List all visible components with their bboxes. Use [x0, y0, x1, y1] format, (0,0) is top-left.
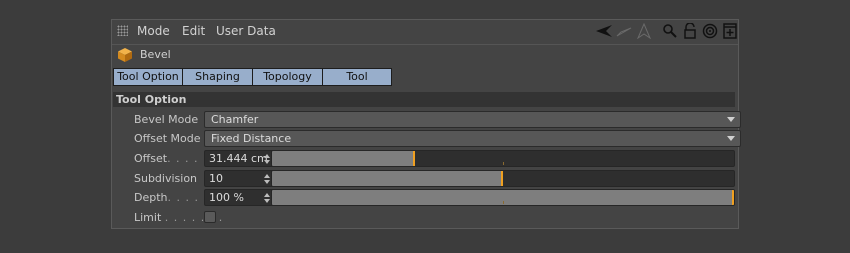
chevron-down-icon — [727, 117, 735, 122]
offset-mode-label: Offset Mode — [134, 132, 201, 145]
offset-slider[interactable] — [271, 150, 735, 167]
spinner-arrows-icon[interactable] — [264, 193, 270, 203]
arrow-left-icon[interactable] — [594, 23, 614, 39]
menu-mode[interactable]: Mode — [137, 24, 170, 38]
spinner-arrows-icon[interactable] — [264, 174, 270, 184]
offset-mode-value: Fixed Distance — [211, 132, 292, 145]
subdivision-label: Subdivision — [134, 172, 198, 185]
tab-bar: Tool Option Shaping Topology Tool — [113, 68, 392, 86]
cube-icon — [118, 48, 132, 62]
target-icon[interactable] — [702, 23, 718, 39]
offset-input[interactable]: 31.444 cm — [204, 150, 274, 167]
tab-topology[interactable]: Topology — [253, 68, 323, 86]
offset-value: 31.444 cm — [209, 152, 268, 165]
bevel-mode-dropdown[interactable]: Chamfer — [204, 111, 741, 128]
slider-midpoint-tick — [503, 162, 504, 165]
tab-tool-option[interactable]: Tool Option — [113, 68, 183, 86]
subdivision-input[interactable]: 10 — [204, 170, 274, 187]
depth-value: 100 % — [209, 191, 244, 204]
subdivision-value: 10 — [209, 172, 223, 185]
offset-row: Offset. . . . . 31.444 cm — [112, 150, 738, 167]
slider-midpoint-tick — [503, 201, 504, 204]
subdivision-slider[interactable] — [271, 170, 735, 187]
tab-tool[interactable]: Tool — [323, 68, 392, 86]
object-title: Bevel — [140, 48, 171, 61]
offset-slider-fill — [272, 151, 416, 166]
panel-grip-icon[interactable] — [117, 25, 128, 36]
offset-mode-dropdown[interactable]: Fixed Distance — [204, 130, 741, 147]
limit-checkbox[interactable] — [204, 211, 216, 223]
tab-shaping[interactable]: Shaping — [183, 68, 253, 86]
depth-slider-knob[interactable] — [732, 190, 734, 205]
section-header[interactable]: Tool Option — [113, 92, 735, 107]
limit-row: Limit . . . . . . . — [112, 209, 738, 226]
depth-row: Depth. . . . . . 100 % — [112, 189, 738, 206]
chevron-down-icon — [727, 136, 735, 141]
menu-bar: Mode Edit User Data — [112, 20, 738, 45]
menu-user-data[interactable]: User Data — [216, 24, 276, 38]
attribute-manager-panel: Mode Edit User Data Bevel Tool Option Sh… — [111, 19, 741, 229]
depth-input[interactable]: 100 % — [204, 189, 274, 206]
menu-edit[interactable]: Edit — [182, 24, 205, 38]
depth-slider[interactable] — [271, 189, 735, 206]
lock-icon[interactable] — [682, 23, 698, 39]
subdivision-slider-fill — [272, 171, 503, 186]
subdivision-row: Subdivision 10 — [112, 170, 738, 187]
bevel-mode-row: Bevel Mode Chamfer — [112, 111, 741, 128]
subdivision-slider-knob[interactable] — [501, 171, 503, 186]
offset-mode-row: Offset Mode Fixed Distance — [112, 130, 741, 147]
search-icon[interactable] — [662, 23, 678, 39]
spinner-arrows-icon[interactable] — [264, 154, 270, 164]
offset-label: Offset. . . . . — [134, 152, 208, 165]
bevel-mode-label: Bevel Mode — [134, 113, 199, 126]
new-window-icon[interactable] — [722, 23, 738, 39]
arrow-up-icon[interactable] — [636, 23, 652, 39]
arrow-right-icon[interactable] — [615, 23, 633, 39]
offset-slider-knob[interactable] — [413, 151, 416, 166]
bevel-mode-value: Chamfer — [211, 113, 259, 126]
